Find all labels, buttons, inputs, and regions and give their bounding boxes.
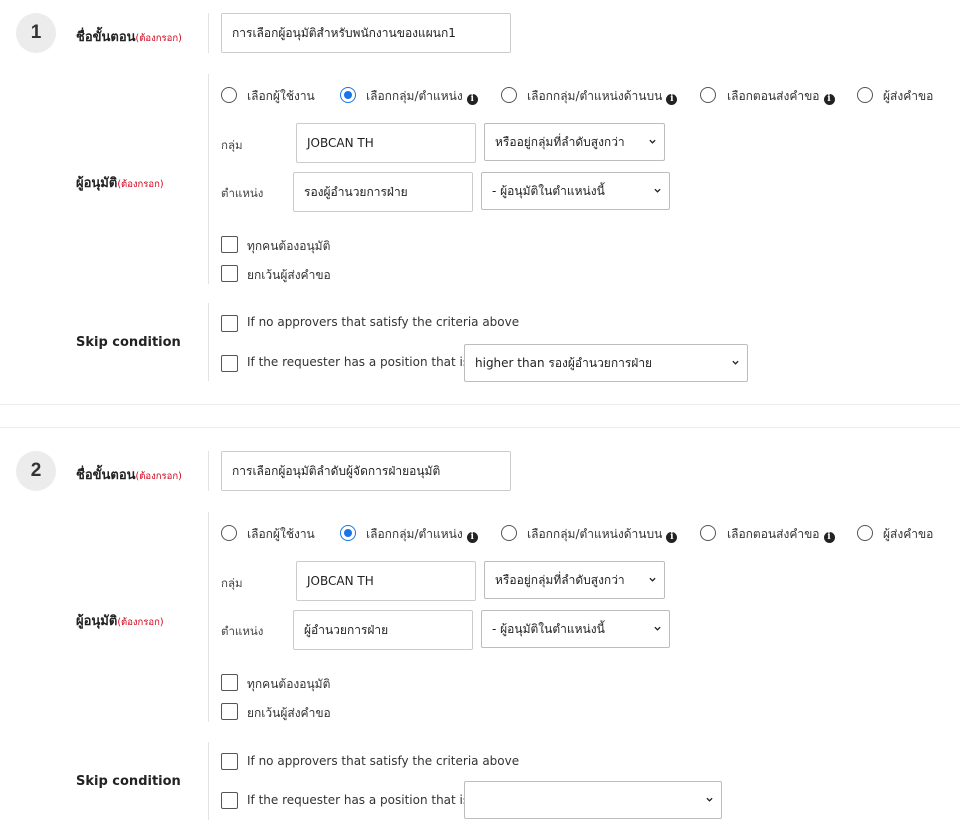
info-icon[interactable]: i <box>666 94 678 105</box>
divider-line <box>208 74 209 284</box>
skip-no-approvers-label: If no approvers that satisfy the criteri… <box>247 754 520 768</box>
divider-line <box>208 13 209 53</box>
step-name-label-text: ชื่อขั้นตอน <box>76 30 136 45</box>
radio-select-at-request[interactable] <box>700 525 716 541</box>
radio-text: เลือกกลุ่ม/ตำแหน่ง <box>366 89 463 103</box>
radio-text: เลือกกลุ่ม/ตำแหน่ง <box>366 527 463 541</box>
radio-text: เลือกกลุ่ม/ตำแหน่งด้านบน <box>527 89 663 103</box>
info-icon[interactable]: i <box>823 532 835 543</box>
skip-requester-position-label: If the requester has a position that is <box>247 355 470 369</box>
skip-requester-position-checkbox[interactable] <box>221 355 238 372</box>
except-requester-checkbox[interactable] <box>221 703 238 720</box>
all-must-approve-checkbox[interactable] <box>221 674 238 691</box>
radio-label-select-at-request: เลือกตอนส่งคำขอ i <box>727 87 835 106</box>
except-requester-label: ยกเว้นผู้ส่งคำขอ <box>247 706 331 720</box>
info-icon[interactable]: i <box>466 94 478 105</box>
step-name-input[interactable]: การเลือกผู้อนุมัติสำหรับพนักงานของแผนก1 <box>221 13 511 53</box>
all-must-approve-label: ทุกคนต้องอนุมัติ <box>247 677 331 691</box>
position-field-label: ตำแหน่ง <box>221 186 264 200</box>
step-number-badge: 1 <box>16 13 56 53</box>
group-scope-value: หรืออยู่กลุ่มที่ลำดับสูงกว่า <box>495 572 625 587</box>
required-tag: (ต้องกรอก) <box>135 471 182 482</box>
divider-line <box>208 742 209 820</box>
radio-select-group-position[interactable] <box>340 525 356 541</box>
group-input[interactable]: JOBCAN TH <box>296 123 476 163</box>
position-input[interactable]: รองผู้อำนวยการฝ่าย <box>293 172 473 212</box>
except-requester-checkbox[interactable] <box>221 265 238 282</box>
required-tag: (ต้องกรอก) <box>117 617 164 628</box>
radio-select-at-request[interactable] <box>700 87 716 103</box>
chevron-down-icon <box>732 360 739 365</box>
group-field-label: กลุ่ม <box>221 138 243 152</box>
radio-select-user[interactable] <box>221 87 237 103</box>
except-requester-label: ยกเว้นผู้ส่งคำขอ <box>247 268 331 282</box>
approver-label-text: ผู้อนุมัติ <box>76 614 118 629</box>
radio-select-user[interactable] <box>221 525 237 541</box>
approver-label: ผู้อนุมัติ(ต้องกรอก) <box>76 610 164 631</box>
group-scope-select[interactable]: หรืออยู่กลุ่มที่ลำดับสูงกว่า <box>484 561 665 599</box>
radio-label-select-group-position: เลือกกลุ่ม/ตำแหน่ง i <box>366 525 478 544</box>
group-scope-select[interactable]: หรืออยู่กลุ่มที่ลำดับสูงกว่า <box>484 123 665 161</box>
skip-no-approvers-checkbox[interactable] <box>221 315 238 332</box>
chevron-down-icon <box>649 139 656 144</box>
group-field-label: กลุ่ม <box>221 576 243 590</box>
position-scope-value: - ผู้อนุมัติในตำแหน่งนี้ <box>492 183 605 198</box>
required-tag: (ต้องกรอก) <box>135 33 182 44</box>
chevron-down-icon <box>706 797 713 802</box>
radio-text: เลือกตอนส่งคำขอ <box>727 527 820 541</box>
radio-label-requester: ผู้ส่งคำขอ <box>883 89 934 103</box>
radio-select-upper-group-position[interactable] <box>501 525 517 541</box>
approver-label-text: ผู้อนุมัติ <box>76 176 118 191</box>
info-icon[interactable]: i <box>666 532 678 543</box>
position-scope-select[interactable]: - ผู้อนุมัติในตำแหน่งนี้ <box>481 610 670 648</box>
group-input[interactable]: JOBCAN TH <box>296 561 476 601</box>
skip-requester-position-label: If the requester has a position that is <box>247 793 470 807</box>
group-scope-value: หรืออยู่กลุ่มที่ลำดับสูงกว่า <box>495 134 625 149</box>
all-must-approve-label: ทุกคนต้องอนุมัติ <box>247 239 331 253</box>
radio-text: เลือกตอนส่งคำขอ <box>727 89 820 103</box>
radio-select-upper-group-position[interactable] <box>501 87 517 103</box>
chevron-down-icon <box>654 626 661 631</box>
position-input[interactable]: ผู้อำนวยการฝ่าย <box>293 610 473 650</box>
step-name-input[interactable]: การเลือกผู้อนุมัติลำดับผู้จัดการฝ่ายอนุม… <box>221 451 511 491</box>
required-tag: (ต้องกรอก) <box>117 179 164 190</box>
skip-condition-label: Skip condition <box>76 335 181 350</box>
radio-label-select-upper-group-position: เลือกกลุ่ม/ตำแหน่งด้านบน i <box>527 87 678 106</box>
radio-label-select-user: เลือกผู้ใช้งาน <box>247 527 315 541</box>
divider-line <box>208 303 209 381</box>
all-must-approve-checkbox[interactable] <box>221 236 238 253</box>
radio-label-requester: ผู้ส่งคำขอ <box>883 527 934 541</box>
step-number-badge: 2 <box>16 451 56 491</box>
divider-line <box>208 451 209 491</box>
position-field-label: ตำแหน่ง <box>221 624 264 638</box>
info-icon[interactable]: i <box>823 94 835 105</box>
skip-no-approvers-checkbox[interactable] <box>221 753 238 770</box>
step-separator <box>0 427 960 428</box>
skip-position-select[interactable]: higher than รองผู้อำนวยการฝ่าย <box>464 344 748 382</box>
chevron-down-icon <box>654 188 661 193</box>
radio-label-select-group-position: เลือกกลุ่ม/ตำแหน่ง i <box>366 87 478 106</box>
radio-text: เลือกกลุ่ม/ตำแหน่งด้านบน <box>527 527 663 541</box>
skip-position-value: higher than รองผู้อำนวยการฝ่าย <box>475 355 653 370</box>
chevron-down-icon <box>649 577 656 582</box>
position-scope-select[interactable]: - ผู้อนุมัติในตำแหน่งนี้ <box>481 172 670 210</box>
position-scope-value: - ผู้อนุมัติในตำแหน่งนี้ <box>492 621 605 636</box>
radio-label-select-user: เลือกผู้ใช้งาน <box>247 89 315 103</box>
skip-position-select[interactable] <box>464 781 722 819</box>
info-icon[interactable]: i <box>466 532 478 543</box>
radio-label-select-at-request: เลือกตอนส่งคำขอ i <box>727 525 835 544</box>
step-name-label: ชื่อขั้นตอน(ต้องกรอก) <box>76 464 182 485</box>
step-name-label-text: ชื่อขั้นตอน <box>76 468 136 483</box>
radio-label-select-upper-group-position: เลือกกลุ่ม/ตำแหน่งด้านบน i <box>527 525 678 544</box>
radio-requester[interactable] <box>857 525 873 541</box>
step-name-label: ชื่อขั้นตอน(ต้องกรอก) <box>76 26 182 47</box>
radio-select-group-position[interactable] <box>340 87 356 103</box>
skip-no-approvers-label: If no approvers that satisfy the criteri… <box>247 315 520 329</box>
step-separator <box>0 404 960 405</box>
approver-label: ผู้อนุมัติ(ต้องกรอก) <box>76 172 164 193</box>
skip-condition-label: Skip condition <box>76 774 181 789</box>
radio-requester[interactable] <box>857 87 873 103</box>
skip-requester-position-checkbox[interactable] <box>221 792 238 809</box>
divider-line <box>208 512 209 722</box>
